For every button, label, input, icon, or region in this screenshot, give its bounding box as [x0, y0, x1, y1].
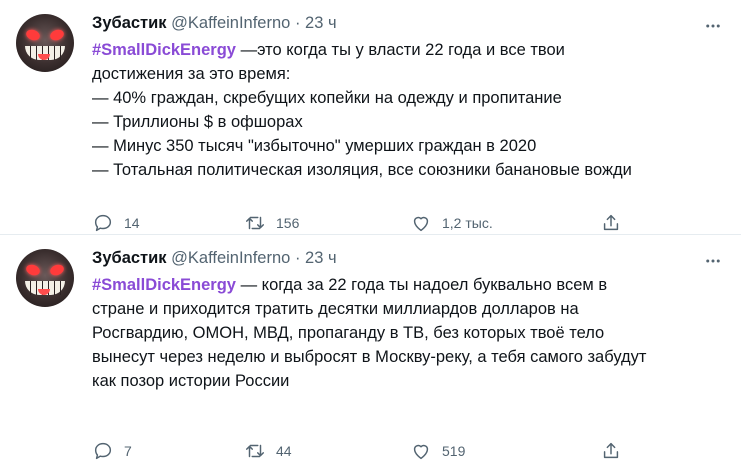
- tweet-text-line: достижения за это время:: [92, 65, 291, 83]
- tweet-header: Зубастик @KaffeinInferno · 23 ч: [92, 14, 725, 38]
- reply-button[interactable]: 14: [92, 212, 140, 234]
- author-name[interactable]: Зубастик: [92, 249, 167, 267]
- like-icon: [413, 216, 429, 232]
- avatar[interactable]: [16, 249, 74, 307]
- separator-dot: ·: [294, 14, 301, 32]
- hashtag-link[interactable]: #SmallDickEnergy: [92, 276, 236, 294]
- tweet-1[interactable]: Зубастик @KaffeinInferno · 23 ч #SmallDi…: [0, 0, 741, 235]
- retweet-icon: [246, 216, 264, 230]
- author-handle[interactable]: @KaffeinInferno: [171, 249, 290, 267]
- tweet-time[interactable]: 23 ч: [305, 14, 337, 32]
- retweet-count: 44: [276, 443, 292, 459]
- like-button[interactable]: 1,2 тыс.: [410, 212, 493, 234]
- tweet-text-line: — Тотальная политическая изоляция, все с…: [92, 161, 632, 179]
- reply-count: 7: [124, 443, 132, 459]
- tweet-text-line: вынесут через неделю и выбросят в Москву…: [92, 348, 647, 366]
- tweet-actions: 14 156 1,2 тыс.: [92, 212, 725, 236]
- tweet-text-line: #SmallDickEnergy — когда за 22 года ты н…: [92, 273, 717, 297]
- share-button[interactable]: [600, 440, 622, 462]
- like-button[interactable]: 519: [410, 440, 465, 462]
- separator-dot: ·: [294, 249, 301, 267]
- tweet-text-line: — Минус 350 тысяч "избыточно" умерших гр…: [92, 137, 537, 155]
- tweet-text-line: — 40% граждан, скребущих копейки на одеж…: [92, 89, 562, 107]
- retweet-button[interactable]: 44: [244, 440, 292, 462]
- more-icon[interactable]: [701, 14, 725, 38]
- author-name[interactable]: Зубастик: [92, 14, 167, 32]
- like-count: 519: [442, 443, 466, 459]
- avatar-eye-right: [48, 27, 66, 43]
- like-icon: [413, 444, 429, 460]
- author-handle[interactable]: @KaffeinInferno: [171, 14, 290, 32]
- avatar-eye-right: [48, 262, 66, 278]
- retweet-button[interactable]: 156: [244, 212, 299, 234]
- like-count: 1,2 тыс.: [442, 215, 493, 231]
- avatar-eye-left: [24, 27, 42, 43]
- share-icon: [603, 214, 619, 231]
- tweet-text-line: стране и приходится тратить десятки милл…: [92, 300, 579, 318]
- tweet-text-line: Росгвардию, ОМОН, МВД, пропаганду в ТВ, …: [92, 324, 605, 342]
- more-icon[interactable]: [701, 249, 725, 273]
- share-button[interactable]: [600, 212, 622, 234]
- tweet-text-line: как позор истории России: [92, 372, 290, 390]
- avatar-eye-left: [24, 262, 42, 278]
- retweet-icon: [246, 444, 264, 458]
- reply-button[interactable]: 7: [92, 440, 132, 462]
- tweet-text-fragment: — когда за 22 года ты надоел буквально в…: [236, 276, 608, 294]
- reply-icon: [94, 214, 112, 232]
- tweet-actions: 7 44 519: [92, 440, 725, 464]
- tweet-time[interactable]: 23 ч: [305, 249, 337, 267]
- tweet-text: #SmallDickEnergy —это когда ты у власти …: [92, 38, 717, 182]
- tweet-text-fragment: —это когда ты у власти 22 года и все тво…: [236, 41, 565, 59]
- hashtag-link[interactable]: #SmallDickEnergy: [92, 41, 236, 59]
- tweet-text-line: #SmallDickEnergy —это когда ты у власти …: [92, 38, 717, 62]
- tweet-header: Зубастик @KaffeinInferno · 23 ч: [92, 249, 725, 273]
- avatar[interactable]: [16, 14, 74, 72]
- tweet-2[interactable]: Зубастик @KaffeinInferno · 23 ч #SmallDi…: [0, 235, 741, 473]
- reply-count: 14: [124, 215, 140, 231]
- reply-icon: [94, 442, 112, 460]
- retweet-count: 156: [276, 215, 300, 231]
- tweet-text: #SmallDickEnergy — когда за 22 года ты н…: [92, 273, 717, 393]
- share-icon: [603, 442, 619, 459]
- tweet-text-line: — Триллионы $ в офшорах: [92, 113, 303, 131]
